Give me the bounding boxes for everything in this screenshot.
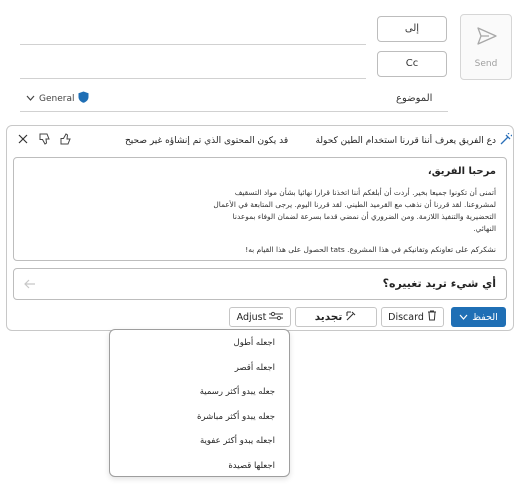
- chevron-down-icon: [459, 312, 468, 323]
- draft-line: لمشروعنا. لقد قررنا أن نذهب مع القرميد ا…: [213, 200, 496, 209]
- draft-line: النهائي.: [473, 224, 496, 233]
- thumbs-up-icon[interactable]: [60, 133, 73, 148]
- to-button[interactable]: إلى: [377, 16, 447, 42]
- menu-item-shorter[interactable]: اجعله أقصر: [235, 363, 275, 373]
- menu-item-longer[interactable]: اجعله أطول: [234, 338, 275, 348]
- sensitivity-label: General: [39, 93, 75, 104]
- send-button[interactable]: Send: [460, 14, 512, 80]
- discard-button[interactable]: Discard: [381, 307, 444, 327]
- prompt-summary: دع الفريق يعرف أننا قررنا استخدام الطين …: [315, 136, 496, 146]
- prompt-input[interactable]: أي شيء تريد تغييره؟: [13, 268, 507, 300]
- adjust-menu: اجعله أطول اجعله أقصر جعله يبدو أكثر رسم…: [109, 329, 290, 477]
- menu-item-formal[interactable]: جعله يبدو أكثر رسمية: [200, 387, 275, 397]
- draft-greeting: مرحبا الفريق،: [427, 166, 496, 177]
- keep-button[interactable]: الحفظ: [451, 307, 506, 327]
- draft-closing: نشكركم على تعاونكم وتفانيكم في هذا المشر…: [245, 245, 496, 254]
- chevron-down-icon: [26, 94, 35, 104]
- regenerate-icon: [345, 310, 357, 325]
- thumbs-down-icon[interactable]: [39, 133, 52, 148]
- send-label: Send: [474, 59, 498, 69]
- adjust-button[interactable]: Adjust: [229, 307, 291, 327]
- subject-label: الموضوع: [396, 93, 433, 104]
- to-field[interactable]: [20, 44, 366, 45]
- disclaimer-text: قد يكون المحتوى الذي تم إنشاؤه غير صحيح: [125, 136, 289, 146]
- draft-body[interactable]: مرحبا الفريق، أتمنى أن تكونوا جميعا بخير…: [13, 157, 507, 261]
- discard-label: Discard: [388, 311, 424, 323]
- arrow-left-icon[interactable]: [24, 279, 36, 292]
- subject-field[interactable]: [20, 111, 448, 112]
- cc-field[interactable]: [20, 78, 366, 79]
- menu-item-casual[interactable]: اجعله يبدو أكثر عفوية: [200, 436, 275, 446]
- prompt-placeholder: أي شيء تريد تغييره؟: [382, 277, 496, 290]
- copilot-icon: [500, 132, 513, 148]
- regenerate-label: تجديد: [314, 311, 343, 323]
- regenerate-button[interactable]: تجديد: [295, 307, 377, 327]
- draft-line: التحضيرية والتنفيذ اللازمة. ومن الضروري …: [232, 212, 496, 221]
- keep-label: الحفظ: [472, 311, 498, 323]
- close-icon[interactable]: [18, 134, 28, 147]
- trash-icon: [427, 310, 437, 324]
- send-icon: [477, 27, 497, 48]
- menu-item-poem[interactable]: اجعلها قصيدة: [228, 461, 275, 471]
- draft-line: أتمنى أن تكونوا جميعا بخير. أردت أن أبلغ…: [234, 188, 496, 197]
- menu-item-direct[interactable]: جعله يبدو أكثر مباشرة: [197, 412, 275, 422]
- shield-icon: [78, 91, 89, 106]
- sensitivity-dropdown[interactable]: General: [26, 91, 89, 106]
- adjust-label: Adjust: [236, 311, 267, 323]
- cc-button[interactable]: Cc: [377, 51, 447, 77]
- sliders-icon: [269, 311, 284, 324]
